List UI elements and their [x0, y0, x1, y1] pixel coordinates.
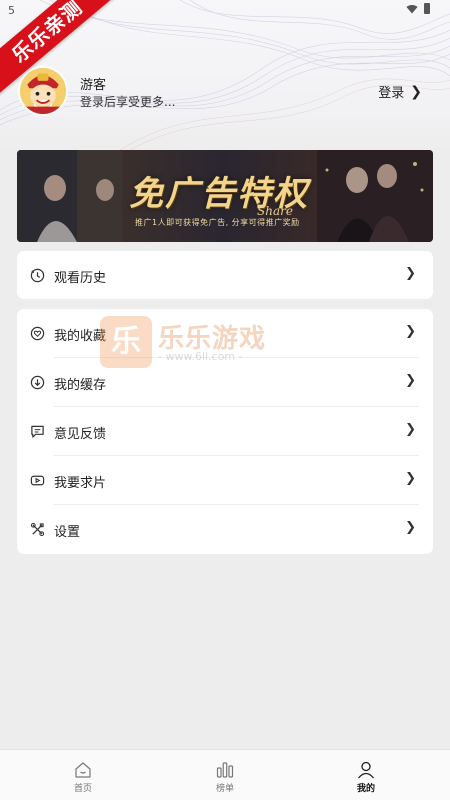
home-icon [75, 762, 91, 778]
nav-item-mine[interactable]: 我的 [336, 760, 396, 794]
bottom-nav: 首页 榜单 我的 [0, 749, 450, 800]
menu-item-settings[interactable]: 设置 ❯ [17, 505, 433, 554]
status-time: 5 [8, 4, 15, 17]
menu-card: 我的收藏 ❯ 我的缓存 ❯ 意见反馈 ❯ 我要求片 ❯ 设置 ❯ [17, 309, 433, 554]
user-name: 游客 [80, 78, 107, 93]
nav-label: 我的 [356, 784, 375, 794]
history-card: 观看历史 ❯ [17, 251, 433, 299]
nav-item-home[interactable]: 首页 [53, 760, 113, 794]
menu-item-favorites[interactable]: 我的收藏 ❯ [17, 309, 433, 358]
message-icon [30, 424, 45, 439]
wifi-icon [406, 4, 418, 13]
menu-item-cache[interactable]: 我的缓存 ❯ [17, 358, 433, 407]
video-icon [30, 473, 45, 488]
banner-share-label: Share [257, 204, 293, 218]
chevron-right-icon: ❯ [405, 520, 416, 535]
login-label: 登录 [378, 86, 405, 101]
download-icon [30, 375, 45, 390]
chevron-right-icon: ❯ [405, 471, 416, 486]
heart-icon [30, 326, 45, 341]
ad-free-banner[interactable]: 免广告特权 Share 推广1人即可获得免广告, 分享可得推广奖励 [17, 150, 433, 242]
user-subtitle: 登录后享受更多... [80, 95, 176, 109]
avatar-image [20, 68, 66, 114]
chevron-right-icon: ❯ [410, 83, 422, 100]
chevron-right-icon: ❯ [405, 422, 416, 437]
menu-item-label: 意见反馈 [54, 427, 107, 442]
menu-item-label: 我要求片 [54, 476, 107, 491]
battery-icon [424, 3, 430, 14]
nav-label: 首页 [73, 784, 92, 794]
user-icon [358, 761, 374, 779]
menu-item-feedback[interactable]: 意见反馈 ❯ [17, 407, 433, 456]
menu-item-label: 我的缓存 [54, 378, 107, 393]
avatar[interactable] [18, 66, 68, 116]
menu-item-history[interactable]: 观看历史 ❯ [17, 251, 433, 300]
chevron-right-icon: ❯ [405, 324, 416, 339]
menu-item-label: 我的收藏 [54, 329, 107, 344]
profile-section: 游客 登录后享受更多... 登录 ❯ [18, 66, 432, 118]
clock-icon [30, 268, 45, 283]
nav-item-rankings[interactable]: 榜单 [195, 760, 255, 794]
chart-icon [216, 762, 234, 778]
login-button[interactable]: 登录 ❯ [378, 82, 422, 102]
menu-item-label: 观看历史 [54, 271, 107, 286]
nav-label: 榜单 [215, 784, 234, 794]
menu-item-label: 设置 [54, 525, 81, 540]
banner-subtitle: 推广1人即可获得免广告, 分享可得推广奖励 [135, 218, 300, 227]
tools-icon [30, 522, 45, 537]
chevron-right-icon: ❯ [405, 373, 416, 388]
menu-item-request-video[interactable]: 我要求片 ❯ [17, 456, 433, 505]
chevron-right-icon: ❯ [405, 266, 416, 281]
